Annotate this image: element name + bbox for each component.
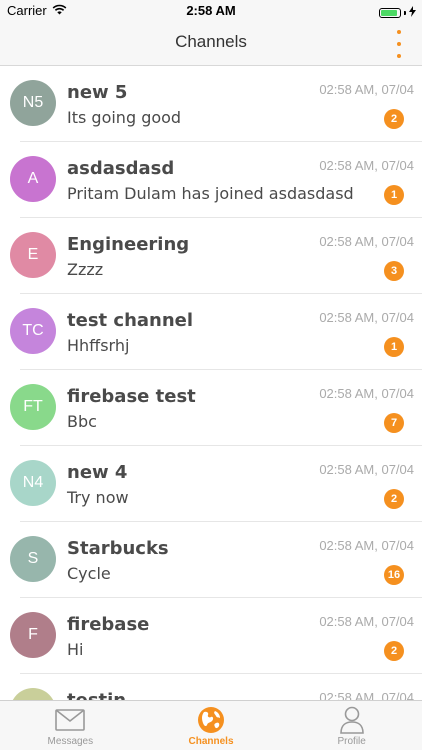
vertical-dots-icon[interactable] <box>391 30 407 58</box>
avatar: N4 <box>10 460 56 506</box>
envelope-icon <box>55 707 86 733</box>
timestamp: 02:58 AM, 07/04 <box>319 234 414 249</box>
channel-title: firebase <box>67 614 150 635</box>
battery-fill <box>381 10 398 16</box>
timestamp: 02:58 AM, 07/04 <box>319 310 414 325</box>
page-title: Channels <box>175 32 247 51</box>
channel-row[interactable]: S Starbucks Cycle 02:58 AM, 07/04 16 <box>0 522 422 598</box>
channel-row[interactable]: Aasdasdasd Pritam Dulam has joined asdasd… <box>0 142 422 218</box>
timestamp: 02:58 AM, 07/04 <box>319 158 414 173</box>
avatar: TC <box>10 308 56 354</box>
last-message: Hhffsrhj <box>67 336 130 355</box>
status-time: 2:58 AM <box>186 3 236 18</box>
channel-title: testin <box>67 690 126 700</box>
avatar: E <box>10 232 56 278</box>
avatar: N5 <box>10 80 56 126</box>
charging-bolt-icon <box>409 4 416 22</box>
timestamp: 02:58 AM, 07/04 <box>319 614 414 629</box>
channel-row[interactable]: TC test channel Hhffsrhj 02:58 AM, 07/04 1 <box>0 294 422 370</box>
channel-row[interactable]: Ttestin 02:58 AM, 07/04 <box>0 674 422 700</box>
timestamp: 02:58 AM, 07/04 <box>319 386 414 401</box>
timestamp: 02:58 AM, 07/04 <box>319 538 414 553</box>
unread-badge: 2 <box>384 641 404 661</box>
battery-icon <box>379 8 401 18</box>
channel-title: asdasdasd <box>67 158 175 179</box>
channel-title: test channel <box>67 310 194 331</box>
last-message: Its going good <box>67 108 182 127</box>
timestamp: 02:58 AM, 07/04 <box>319 462 414 477</box>
unread-badge: 16 <box>384 565 404 585</box>
channel-title: new 4 <box>67 462 128 483</box>
last-message: Bbc <box>67 412 97 431</box>
timestamp: 02:58 AM, 07/04 <box>319 690 414 700</box>
tab-messages[interactable]: Messages <box>0 701 141 750</box>
tab-label-channels: Channels <box>188 736 234 747</box>
timestamp: 02:58 AM, 07/04 <box>319 82 414 97</box>
tab-label-profile: Profile <box>337 736 366 747</box>
avatar: F <box>10 612 56 658</box>
unread-badge: 7 <box>384 413 404 433</box>
unread-badge: 1 <box>384 185 404 205</box>
avatar: A <box>10 156 56 202</box>
last-message: Zzzz <box>67 260 104 279</box>
unread-badge: 2 <box>384 489 404 509</box>
channel-row[interactable]: E Engineering Zzzz 02:58 AM, 07/04 3 <box>0 218 422 294</box>
channel-row[interactable]: FT firebase test Bbc 02:58 AM, 07/04 7 <box>0 370 422 446</box>
last-message: Cycle <box>67 564 111 583</box>
status-bar: Carrier 2:58 AM <box>0 0 422 22</box>
battery-tip <box>404 11 406 15</box>
unread-badge: 1 <box>384 337 404 357</box>
tab-profile[interactable]: Profile <box>281 701 422 750</box>
unread-badge: 2 <box>384 109 404 129</box>
channel-row[interactable]: Ffirebase Hi 02:58 AM, 07/04 2 <box>0 598 422 674</box>
status-right <box>379 4 416 22</box>
channel-title: Engineering <box>67 234 190 255</box>
last-message: Pritam Dulam has joined asdasdasd <box>67 184 354 203</box>
avatar: FT <box>10 384 56 430</box>
navigation-bar: Channels <box>0 22 422 66</box>
person-icon <box>337 706 367 734</box>
avatar: T <box>10 688 56 700</box>
channel-row[interactable]: N4 new 4 Try now 02:58 AM, 07/04 2 <box>0 446 422 522</box>
tab-bar: Messages Channels Profile <box>0 700 422 750</box>
avatar: S <box>10 536 56 582</box>
last-message: Hi <box>67 640 84 659</box>
channel-list: N5 new 5 Its going good 02:58 AM, 07/04 2 Aas… <box>0 66 422 700</box>
tab-label-messages: Messages <box>47 736 94 747</box>
channel-title: Starbucks <box>67 538 169 559</box>
channel-row[interactable]: N5 new 5 Its going good 02:58 AM, 07/04 2 <box>0 66 422 142</box>
unread-badge: 3 <box>384 261 404 281</box>
globe-icon <box>196 707 226 733</box>
channel-title: new 5 <box>67 82 128 103</box>
last-message: Try now <box>67 488 129 507</box>
channel-title: firebase test <box>67 386 196 407</box>
tab-channels[interactable]: Channels <box>141 701 282 750</box>
